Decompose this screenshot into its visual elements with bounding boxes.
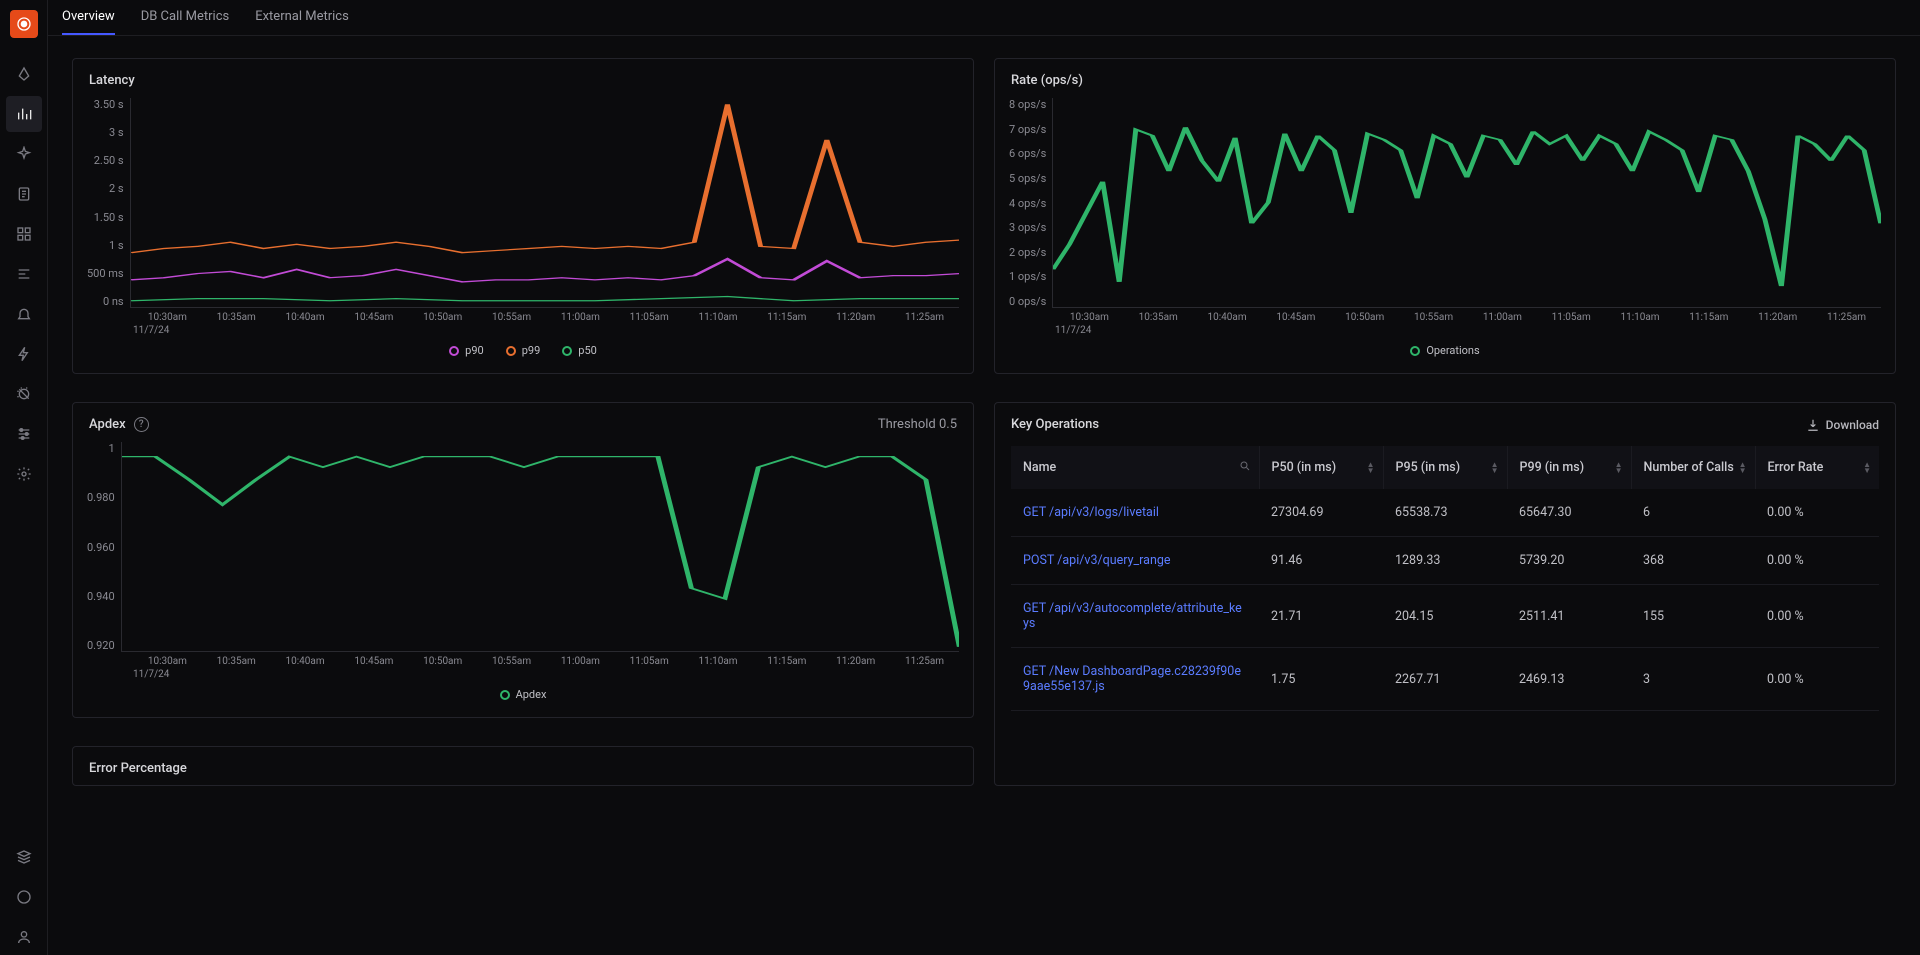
cell-p50: 1.75 bbox=[1259, 648, 1383, 711]
table-row: GET /New DashboardPage.c28239f90e9aae55e… bbox=[1011, 648, 1879, 711]
key-ops-table: Name P50 (in ms)▲▼ P95 (in ms)▲▼ P99 (in… bbox=[1011, 446, 1879, 711]
help-icon[interactable]: ? bbox=[134, 417, 149, 432]
latency-legend: p90 p99 p50 bbox=[87, 336, 959, 367]
nav-dashboards[interactable] bbox=[6, 216, 42, 252]
rate-legend: Operations bbox=[1009, 336, 1881, 367]
table-row: GET /api/v3/autocomplete/attribute_keys … bbox=[1011, 585, 1879, 648]
nav-metrics[interactable] bbox=[6, 96, 42, 132]
cell-p99: 65647.30 bbox=[1507, 489, 1631, 537]
cell-p95: 2267.71 bbox=[1383, 648, 1507, 711]
cell-calls: 368 bbox=[1631, 537, 1755, 585]
panel-error-pct-title: Error Percentage bbox=[89, 761, 187, 776]
cell-p50: 91.46 bbox=[1259, 537, 1383, 585]
sidebar bbox=[0, 0, 48, 955]
tabs: Overview DB Call Metrics External Metric… bbox=[48, 0, 1920, 36]
apdex-x-axis: 10:30am10:35am10:40am10:45am10:50am10:55… bbox=[87, 652, 959, 667]
legend-operations[interactable]: Operations bbox=[1410, 344, 1479, 357]
nav-settings[interactable] bbox=[6, 456, 42, 492]
cell-p50: 21.71 bbox=[1259, 585, 1383, 648]
sort-icon[interactable]: ▲▼ bbox=[1491, 462, 1499, 474]
col-p50[interactable]: P50 (in ms)▲▼ bbox=[1259, 446, 1383, 489]
latency-x-axis: 10:30am10:35am10:40am10:45am10:50am10:55… bbox=[87, 308, 959, 323]
table-row: GET /api/v3/logs/livetail 27304.69 65538… bbox=[1011, 489, 1879, 537]
nav-tune[interactable] bbox=[6, 416, 42, 452]
cell-calls: 6 bbox=[1631, 489, 1755, 537]
nav-user[interactable] bbox=[6, 919, 42, 955]
sort-icon[interactable]: ▲▼ bbox=[1367, 462, 1375, 474]
panel-rate: Rate (ops/s) 8 ops/s 7 ops/s 6 ops/s 5 o… bbox=[994, 58, 1896, 374]
latency-y-axis: 3.50 s 3 s 2.50 s 2 s 1.50 s 1 s 500 ms … bbox=[87, 98, 130, 308]
cell-p99: 2469.13 bbox=[1507, 648, 1631, 711]
nav-alerts[interactable] bbox=[6, 296, 42, 332]
op-link[interactable]: POST /api/v3/query_range bbox=[1011, 537, 1259, 585]
cell-p95: 1289.33 bbox=[1383, 537, 1507, 585]
sort-icon[interactable]: ▲▼ bbox=[1615, 462, 1623, 474]
sort-icon[interactable]: ▲▼ bbox=[1739, 462, 1747, 474]
tab-db-call-metrics[interactable]: DB Call Metrics bbox=[141, 0, 230, 35]
apdex-threshold-label: Threshold 0.5 bbox=[878, 417, 957, 432]
panel-apdex-title: Apdex bbox=[89, 417, 126, 432]
apdex-plot[interactable] bbox=[121, 442, 959, 652]
app-logo[interactable] bbox=[10, 10, 38, 38]
cell-p95: 65538.73 bbox=[1383, 489, 1507, 537]
download-icon bbox=[1806, 418, 1820, 432]
cell-err: 0.00 % bbox=[1755, 585, 1879, 648]
col-error-rate[interactable]: Error Rate▲▼ bbox=[1755, 446, 1879, 489]
col-name[interactable]: Name bbox=[1011, 446, 1259, 489]
cell-err: 0.00 % bbox=[1755, 489, 1879, 537]
col-p99[interactable]: P99 (in ms)▲▼ bbox=[1507, 446, 1631, 489]
rate-plot[interactable] bbox=[1052, 98, 1881, 308]
panel-error-percentage: Error Percentage bbox=[72, 746, 974, 786]
tab-overview[interactable]: Overview bbox=[62, 0, 115, 35]
nav-bolt[interactable] bbox=[6, 336, 42, 372]
legend-p99[interactable]: p99 bbox=[506, 344, 541, 357]
panel-apdex: Apdex ? Threshold 0.5 1 0.980 0.960 0.94… bbox=[72, 402, 974, 718]
download-button[interactable]: Download bbox=[1806, 418, 1879, 432]
nav-support[interactable] bbox=[6, 879, 42, 915]
panel-rate-title: Rate (ops/s) bbox=[1011, 73, 1083, 88]
cell-p95: 204.15 bbox=[1383, 585, 1507, 648]
sort-icon[interactable]: ▲▼ bbox=[1863, 462, 1871, 474]
cell-p50: 27304.69 bbox=[1259, 489, 1383, 537]
op-link[interactable]: GET /New DashboardPage.c28239f90e9aae55e… bbox=[1011, 648, 1259, 711]
nav-exceptions[interactable] bbox=[6, 376, 42, 412]
legend-p90[interactable]: p90 bbox=[449, 344, 484, 357]
col-p95[interactable]: P95 (in ms)▲▼ bbox=[1383, 446, 1507, 489]
rate-x-date: 11/7/24 bbox=[1009, 325, 1881, 336]
legend-p50[interactable]: p50 bbox=[562, 344, 597, 357]
tab-external-metrics[interactable]: External Metrics bbox=[255, 0, 349, 35]
panel-key-ops-title: Key Operations bbox=[1011, 417, 1099, 432]
rate-x-axis: 10:30am10:35am10:40am10:45am10:50am10:55… bbox=[1009, 308, 1881, 323]
cell-calls: 3 bbox=[1631, 648, 1755, 711]
nav-traces[interactable] bbox=[6, 136, 42, 172]
op-link[interactable]: GET /api/v3/autocomplete/attribute_keys bbox=[1011, 585, 1259, 648]
latency-x-date: 11/7/24 bbox=[87, 325, 959, 336]
panel-key-operations: Key Operations Download Name bbox=[994, 402, 1896, 786]
cell-calls: 155 bbox=[1631, 585, 1755, 648]
cell-p99: 5739.20 bbox=[1507, 537, 1631, 585]
apdex-legend: Apdex bbox=[87, 680, 959, 711]
col-number-of-calls[interactable]: Number of Calls▲▼ bbox=[1631, 446, 1755, 489]
search-icon[interactable] bbox=[1239, 460, 1251, 476]
latency-plot[interactable] bbox=[130, 98, 959, 308]
main: Overview DB Call Metrics External Metric… bbox=[48, 0, 1920, 955]
rate-y-axis: 8 ops/s 7 ops/s 6 ops/s 5 ops/s 4 ops/s … bbox=[1009, 98, 1052, 308]
panel-latency-title: Latency bbox=[89, 73, 135, 88]
nav-lines[interactable] bbox=[6, 256, 42, 292]
cell-p99: 2511.41 bbox=[1507, 585, 1631, 648]
apdex-y-axis: 1 0.980 0.960 0.940 0.920 bbox=[87, 442, 121, 652]
nav-logs[interactable] bbox=[6, 176, 42, 212]
legend-apdex[interactable]: Apdex bbox=[500, 688, 547, 701]
cell-err: 0.00 % bbox=[1755, 648, 1879, 711]
apdex-x-date: 11/7/24 bbox=[87, 669, 959, 680]
cell-err: 0.00 % bbox=[1755, 537, 1879, 585]
nav-getting-started[interactable] bbox=[6, 56, 42, 92]
op-link[interactable]: GET /api/v3/logs/livetail bbox=[1011, 489, 1259, 537]
panel-latency: Latency 3.50 s 3 s 2.50 s 2 s 1.50 s 1 s… bbox=[72, 58, 974, 374]
nav-billing[interactable] bbox=[6, 839, 42, 875]
table-row: POST /api/v3/query_range 91.46 1289.33 5… bbox=[1011, 537, 1879, 585]
